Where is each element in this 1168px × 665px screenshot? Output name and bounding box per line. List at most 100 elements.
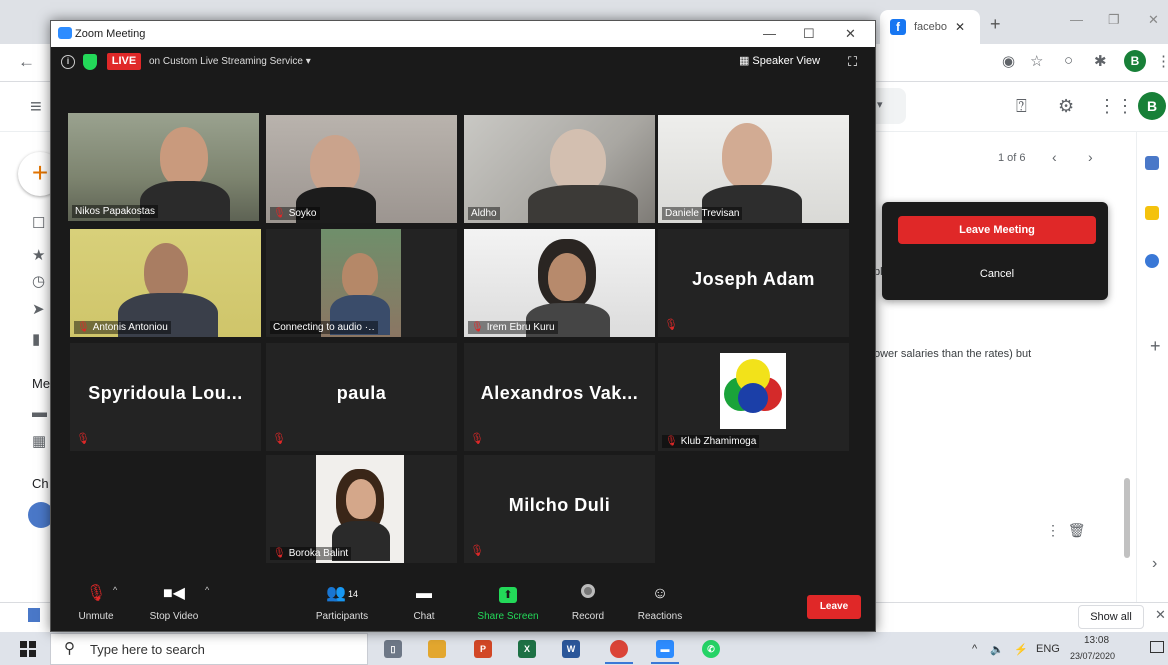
participant-name: Nikos Papakostas [72, 205, 159, 218]
participant-tile[interactable]: paula 🎙 [266, 343, 457, 451]
message-more-icon[interactable]: ⋮ 🗑 [1046, 522, 1086, 539]
video-options-chevron-icon[interactable]: ^ [205, 585, 209, 595]
account-avatar[interactable]: B [1138, 92, 1166, 120]
encryption-shield-icon[interactable] [83, 54, 97, 70]
powerpoint-icon[interactable]: P [474, 640, 492, 658]
prev-arrow-icon[interactable]: ‹ [1052, 149, 1057, 165]
live-stream-label[interactable]: on Custom Live Streaming Service ▾ [149, 56, 311, 67]
participant-tile[interactable]: Daniele Trevisan [658, 115, 849, 223]
apps-grid-icon[interactable]: ⋮⋮ [1098, 96, 1134, 117]
browser-tab-facebook[interactable]: f facebo ✕ [880, 10, 980, 44]
leave-button[interactable]: Leave [807, 595, 861, 619]
facebook-icon: f [890, 19, 906, 35]
language-indicator[interactable]: ENG [1036, 643, 1060, 655]
drafts-icon[interactable]: ▮ [32, 330, 40, 348]
reactions-button[interactable]: ☺ Reactions [615, 583, 705, 622]
sent-icon[interactable]: ➤ [32, 300, 45, 318]
clock-date[interactable]: 23/07/2020 [1070, 651, 1115, 661]
zoom-minimize-icon[interactable]: — [763, 26, 776, 41]
close-window-icon[interactable]: ✕ [1148, 12, 1159, 28]
close-icon[interactable]: ✕ [955, 20, 965, 34]
participant-tile[interactable]: Milcho Duli 🎙 [464, 455, 655, 563]
fullscreen-icon[interactable]: ⛶ [848, 54, 857, 70]
add-addon-icon[interactable]: + [1150, 336, 1161, 357]
unmute-button[interactable]: 🎙 ^ Unmute [51, 583, 141, 622]
participant-face [310, 135, 360, 195]
participant-tile[interactable]: Joseph Adam 🎙 [658, 229, 849, 337]
participant-tile[interactable]: 🎙 Irem Ebru Kuru [464, 229, 655, 337]
zoom-maximize-icon[interactable]: ☐ [803, 26, 815, 42]
excel-icon[interactable]: X [518, 640, 536, 658]
puzzle-icon[interactable]: ✱ [1094, 52, 1107, 70]
menu-dots-icon[interactable]: ⋮ [1156, 52, 1168, 70]
hamburger-menu-icon[interactable]: ≡ [30, 96, 42, 119]
whatsapp-icon[interactable]: ✆ [702, 640, 720, 658]
help-icon[interactable]: ⍰ [1016, 96, 1027, 117]
zoom-app-icon[interactable]: ▬ [656, 640, 674, 658]
participant-caption: Connecting to audio ·‥ [270, 321, 378, 334]
new-tab-button[interactable]: + [990, 14, 1001, 35]
participant-tile[interactable]: 🎙 Boroka Balint [266, 455, 457, 563]
audio-options-chevron-icon[interactable]: ^ [113, 585, 117, 595]
chevron-right-icon[interactable]: › [1152, 555, 1157, 573]
meeting-info-icon[interactable]: i [61, 55, 75, 69]
scrollbar[interactable] [1124, 478, 1130, 558]
participant-tile[interactable]: Aldho [464, 115, 655, 223]
network-icon[interactable]: ⚡ [1014, 643, 1028, 656]
sidebar-label-chat: Ch [32, 476, 49, 491]
eye-icon[interactable]: ◉ [1002, 52, 1015, 70]
restore-icon[interactable]: ❐ [1108, 12, 1120, 28]
tray-chevron-up-icon[interactable]: ^ [972, 643, 977, 655]
close-downloads-icon[interactable]: ✕ [1155, 607, 1166, 623]
starred-icon[interactable]: ★ [32, 246, 45, 264]
participant-tile[interactable]: Alexandros Vak... 🎙 [464, 343, 655, 451]
stop-video-button[interactable]: ■◀ ^ Stop Video [129, 583, 219, 622]
participant-tile[interactable]: Spyridoula Lou... 🎙 [70, 343, 261, 451]
zoom-close-icon[interactable]: ✕ [845, 26, 856, 42]
pager-count: 1 of 6 [998, 152, 1026, 164]
snoozed-icon[interactable]: ◷ [32, 272, 45, 290]
cancel-button[interactable]: Cancel [898, 262, 1096, 286]
participant-tile[interactable]: Nikos Papakostas [68, 113, 259, 221]
participant-tile[interactable]: 🎙 Antonis Antoniou [70, 229, 261, 337]
chrome-icon[interactable] [610, 640, 628, 658]
participant-tile[interactable]: Connecting to audio ·‥ [266, 229, 457, 337]
inbox-icon[interactable]: ☐ [32, 214, 45, 232]
file-explorer-icon[interactable] [428, 640, 446, 658]
leave-meeting-button[interactable]: Leave Meeting [898, 216, 1096, 244]
settings-gear-icon[interactable]: ⚙ [1058, 96, 1074, 117]
participant-name: Soyko [288, 208, 317, 219]
participant-face [346, 479, 376, 519]
search-options-icon[interactable]: ▾ [877, 98, 883, 111]
participant-tile[interactable]: 🎙 Soyko [266, 115, 457, 223]
show-all-button[interactable]: Show all [1078, 605, 1144, 629]
star-icon[interactable]: ☆ [1030, 52, 1043, 70]
speaker-view-button[interactable]: ▦ Speaker View [739, 54, 820, 67]
back-arrow-icon[interactable]: ← [18, 52, 35, 72]
share-screen-button[interactable]: ⬆ Share Screen [463, 583, 553, 622]
browser-tab-title: facebo [914, 21, 948, 33]
participant-tile[interactable]: 🎙 Klub Zhamimoga [658, 343, 849, 451]
windows-start-icon[interactable] [20, 641, 36, 657]
calendar-icon[interactable] [1145, 156, 1159, 170]
minimize-icon[interactable]: — [1070, 12, 1083, 27]
chat-button[interactable]: ▬ Chat [379, 583, 469, 622]
keyboard-icon[interactable]: ▦ [32, 432, 46, 450]
notifications-icon[interactable] [1150, 641, 1164, 653]
video-icon[interactable]: ▬ [32, 404, 47, 421]
word-icon[interactable]: W [562, 640, 580, 658]
next-arrow-icon[interactable]: › [1088, 149, 1093, 165]
tasks-icon[interactable] [1145, 254, 1159, 268]
opera-icon[interactable]: ○ [1064, 52, 1073, 69]
stream-label-text: on Custom Live Streaming Service [149, 56, 303, 67]
club-logo [720, 353, 786, 429]
download-file-icon[interactable] [28, 608, 40, 622]
browser-profile-avatar[interactable]: B [1124, 50, 1146, 72]
taskbar-search-placeholder: Type here to search [90, 642, 205, 657]
task-view-icon[interactable]: ▯ [384, 640, 402, 658]
live-badge[interactable]: LIVE [107, 53, 141, 70]
clock-time[interactable]: 13:08 [1084, 635, 1109, 646]
keep-icon[interactable] [1145, 206, 1159, 220]
participants-button[interactable]: 👥 14 Participants [297, 583, 387, 622]
volume-icon[interactable]: 🔈 [990, 643, 1004, 656]
